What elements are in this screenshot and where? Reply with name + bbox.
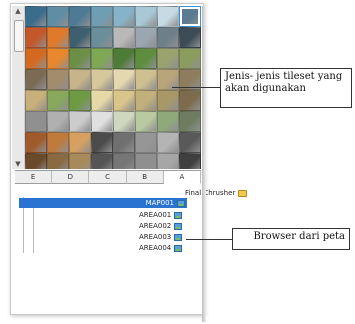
- tree-map-label: MAP001: [145, 199, 174, 207]
- tile[interactable]: [47, 27, 69, 48]
- tile[interactable]: [69, 90, 91, 111]
- tile[interactable]: [91, 90, 113, 111]
- tile[interactable]: [69, 6, 91, 27]
- tile[interactable]: [47, 48, 69, 69]
- map-icon: [174, 222, 183, 230]
- tile[interactable]: [113, 132, 135, 153]
- map-icon: [174, 244, 183, 252]
- tile[interactable]: [91, 27, 113, 48]
- tile[interactable]: [91, 132, 113, 153]
- tile[interactable]: [135, 69, 157, 90]
- tile[interactable]: [69, 132, 91, 153]
- map-editor-panel: ▲ ▼ EDCBA Final Chrusher MAP001 AREA001 …: [10, 3, 248, 315]
- tree-root-label: Final Chrusher: [185, 189, 236, 197]
- scroll-thumb[interactable]: [14, 20, 24, 52]
- tab-d[interactable]: D: [52, 171, 90, 184]
- tile[interactable]: [91, 6, 113, 27]
- callout-tileset-note: Jenis- jenis tileset yang akan digunakan: [220, 68, 352, 108]
- tile[interactable]: [113, 27, 135, 48]
- tile[interactable]: [25, 90, 47, 111]
- tile[interactable]: [135, 111, 157, 132]
- tile[interactable]: [135, 27, 157, 48]
- tree-area-label: AREA004: [139, 244, 172, 252]
- callout-browser-note: Browser dari peta: [232, 228, 350, 250]
- tile[interactable]: [47, 132, 69, 153]
- tile[interactable]: [25, 69, 47, 90]
- tile[interactable]: [69, 48, 91, 69]
- tile[interactable]: [69, 27, 91, 48]
- tile[interactable]: [135, 6, 157, 27]
- tile[interactable]: [157, 111, 179, 132]
- tree-area-label: AREA003: [139, 233, 172, 241]
- map-icon: [177, 199, 185, 207]
- tile[interactable]: [135, 153, 157, 169]
- map-icon: [174, 233, 183, 241]
- tile[interactable]: [47, 6, 69, 27]
- tab-b[interactable]: B: [126, 171, 164, 184]
- tile[interactable]: [69, 69, 91, 90]
- tree-area-label: AREA002: [139, 222, 172, 230]
- scroll-up-arrow-icon[interactable]: ▲: [12, 6, 24, 16]
- tile[interactable]: [135, 132, 157, 153]
- tab-c[interactable]: C: [89, 171, 127, 184]
- tree-area-item[interactable]: AREA004: [139, 243, 183, 253]
- tile[interactable]: [179, 132, 201, 153]
- tile[interactable]: [179, 90, 201, 111]
- tile[interactable]: [25, 27, 47, 48]
- tab-a[interactable]: A: [163, 171, 202, 184]
- callout-leader-line: [192, 87, 220, 88]
- tree-area-item[interactable]: AREA001: [139, 210, 183, 220]
- tab-e[interactable]: E: [15, 171, 53, 184]
- tile[interactable]: [179, 6, 201, 27]
- tile[interactable]: [91, 69, 113, 90]
- tree-area-item[interactable]: AREA002: [139, 221, 183, 231]
- tile[interactable]: [69, 111, 91, 132]
- tile[interactable]: [69, 153, 91, 169]
- tile[interactable]: [113, 69, 135, 90]
- tile[interactable]: [47, 90, 69, 111]
- tree-map-item[interactable]: MAP001: [19, 198, 187, 208]
- tileset-scrollbar[interactable]: ▲ ▼: [12, 6, 25, 169]
- tree-area-item[interactable]: AREA003: [139, 232, 183, 242]
- tile[interactable]: [157, 132, 179, 153]
- tile[interactable]: [113, 48, 135, 69]
- tile[interactable]: [25, 48, 47, 69]
- tile[interactable]: [157, 153, 179, 169]
- tile[interactable]: [179, 48, 201, 69]
- tile[interactable]: [91, 111, 113, 132]
- tile[interactable]: [179, 27, 201, 48]
- callout-leader-line: [186, 239, 232, 240]
- tile[interactable]: [179, 111, 201, 132]
- tile[interactable]: [157, 48, 179, 69]
- map-tree: Final Chrusher MAP001 AREA001 AREA002 AR…: [19, 188, 248, 308]
- folder-icon: [238, 189, 248, 197]
- tile[interactable]: [91, 153, 113, 169]
- callout-leader-line: [172, 87, 192, 88]
- map-icon: [174, 211, 183, 219]
- tile[interactable]: [47, 111, 69, 132]
- tile[interactable]: [25, 132, 47, 153]
- tile[interactable]: [25, 153, 47, 169]
- tile[interactable]: [47, 69, 69, 90]
- tile[interactable]: [113, 111, 135, 132]
- tree-root-item[interactable]: Final Chrusher: [185, 188, 248, 198]
- tile[interactable]: [179, 153, 201, 169]
- panel-shadow: [202, 6, 206, 322]
- tile[interactable]: [113, 90, 135, 111]
- tile[interactable]: [47, 153, 69, 169]
- tile[interactable]: [135, 90, 157, 111]
- tile[interactable]: [25, 111, 47, 132]
- tile[interactable]: [157, 27, 179, 48]
- scroll-down-arrow-icon[interactable]: ▼: [12, 159, 24, 169]
- tile[interactable]: [157, 90, 179, 111]
- tile[interactable]: [25, 6, 47, 27]
- tile[interactable]: [157, 6, 179, 27]
- tileset-tabs: EDCBA: [15, 170, 202, 184]
- tile[interactable]: [135, 48, 157, 69]
- tile[interactable]: [91, 48, 113, 69]
- tree-area-label: AREA001: [139, 211, 172, 219]
- tile[interactable]: [113, 6, 135, 27]
- tile[interactable]: [113, 153, 135, 169]
